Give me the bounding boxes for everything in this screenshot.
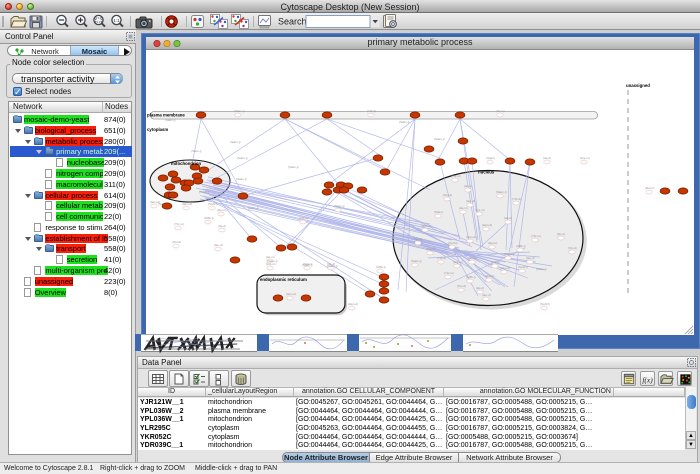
svg-text:(Sakn-j): (Sakn-j) bbox=[334, 204, 345, 208]
svg-text:(Sakn-j): (Sakn-j) bbox=[434, 137, 445, 141]
svg-text:(klan-f): (klan-f) bbox=[488, 241, 497, 245]
svg-text:(Sakn-j): (Sakn-j) bbox=[504, 252, 515, 256]
svg-text:(klan-f): (klan-f) bbox=[645, 186, 654, 190]
svg-text:(Ybr-m): (Ybr-m) bbox=[531, 234, 541, 238]
svg-text:(Stam): (Stam) bbox=[426, 247, 435, 251]
svg-text:(lan-d): (lan-d) bbox=[214, 243, 223, 247]
svg-text:(Ybl-d): (Ybl-d) bbox=[437, 256, 446, 260]
svg-text:(Ybr-m): (Ybr-m) bbox=[444, 271, 454, 275]
svg-text:(Sakn-j): (Sakn-j) bbox=[496, 190, 507, 194]
svg-text:(Sakn-j): (Sakn-j) bbox=[288, 165, 299, 169]
svg-text:(ScAN): (ScAN) bbox=[540, 302, 550, 306]
svg-text:(Stn-d): (Stn-d) bbox=[568, 246, 577, 250]
svg-text:(Stn-d): (Stn-d) bbox=[457, 284, 466, 288]
svg-text:(ScAN): (ScAN) bbox=[448, 241, 458, 245]
svg-text:(Sakn-j): (Sakn-j) bbox=[248, 206, 259, 210]
svg-text:(kra-m): (kra-m) bbox=[475, 208, 485, 212]
svg-text:(Ybr-m): (Ybr-m) bbox=[451, 174, 461, 178]
svg-text:(Stam): (Stam) bbox=[434, 210, 443, 214]
svg-text:(lat-m): (lat-m) bbox=[459, 206, 468, 210]
svg-text:1:1: 1:1 bbox=[113, 18, 120, 23]
svg-text:(Sakn-j): (Sakn-j) bbox=[230, 140, 241, 144]
svg-text:(lat-d): (lat-d) bbox=[476, 286, 484, 290]
svg-text:(Sakn-j): (Sakn-j) bbox=[191, 149, 202, 153]
svg-text:(lat-d): (lat-d) bbox=[464, 184, 472, 188]
svg-text:(Ybl-d): (Ybl-d) bbox=[512, 197, 521, 201]
svg-text:(lakn-d): (lakn-d) bbox=[348, 302, 358, 306]
svg-text:(Sakn-j): (Sakn-j) bbox=[327, 264, 338, 268]
svg-text:(Ybr-m): (Ybr-m) bbox=[174, 222, 184, 226]
svg-text:(Ybl-d): (Ybl-d) bbox=[299, 216, 308, 220]
svg-text:nucleus: nucleus bbox=[478, 170, 495, 175]
svg-text:(Sakn-j): (Sakn-j) bbox=[234, 109, 245, 113]
svg-text:(lat-d): (lat-d) bbox=[218, 224, 226, 228]
svg-text:(Stn-d): (Stn-d) bbox=[172, 240, 181, 244]
svg-text:(Sakn-j): (Sakn-j) bbox=[237, 156, 248, 160]
svg-text:(tat-d): (tat-d) bbox=[543, 156, 551, 160]
svg-text:(tat-d): (tat-d) bbox=[414, 237, 422, 241]
svg-text:(lakn-d): (lakn-d) bbox=[286, 292, 296, 296]
svg-text:(GBk-j): (GBk-j) bbox=[516, 244, 526, 248]
svg-text:(ScAN): (ScAN) bbox=[208, 202, 218, 206]
svg-text:(lan-d): (lan-d) bbox=[482, 293, 491, 297]
svg-text:(lakn-d): (lakn-d) bbox=[466, 235, 476, 239]
svg-text:endoplasmic reticulum: endoplasmic reticulum bbox=[260, 277, 307, 282]
svg-text:(lat-m): (lat-m) bbox=[496, 109, 505, 113]
svg-text:(Ybl-d): (Ybl-d) bbox=[367, 109, 376, 113]
svg-text:(Sakn-j): (Sakn-j) bbox=[267, 259, 278, 263]
svg-text:(Sakn-j): (Sakn-j) bbox=[411, 259, 422, 263]
svg-text:(ScAN): (ScAN) bbox=[518, 265, 528, 269]
svg-text:(klan-f): (klan-f) bbox=[217, 208, 226, 212]
svg-text:(Sakn-j): (Sakn-j) bbox=[302, 263, 313, 267]
svg-text:mitochondrion: mitochondrion bbox=[171, 161, 201, 166]
svg-text:(lakn-d): (lakn-d) bbox=[182, 202, 192, 206]
svg-text:(GBk-j): (GBk-j) bbox=[376, 265, 386, 269]
svg-text:(lan-d): (lan-d) bbox=[526, 256, 535, 260]
svg-text:(Sakn-j): (Sakn-j) bbox=[199, 190, 210, 194]
svg-text:(lakn-d): (lakn-d) bbox=[500, 266, 510, 270]
svg-text:(Sakn-j): (Sakn-j) bbox=[236, 177, 247, 181]
svg-text:(Stam): (Stam) bbox=[486, 156, 495, 160]
svg-text:(Ybl-d): (Ybl-d) bbox=[491, 260, 500, 264]
svg-text:(GBk-j): (GBk-j) bbox=[466, 275, 476, 279]
svg-text:(lakn-d): (lakn-d) bbox=[421, 224, 431, 228]
svg-text:(tat-d): (tat-d) bbox=[504, 216, 512, 220]
svg-text:(Stn-d): (Stn-d) bbox=[443, 193, 452, 197]
svg-text:(lakn-d): (lakn-d) bbox=[482, 223, 492, 227]
svg-text:(Sakn-j): (Sakn-j) bbox=[536, 267, 547, 271]
svg-text:(Sakn-j): (Sakn-j) bbox=[165, 118, 176, 122]
svg-text:cytoplasm: cytoplasm bbox=[147, 127, 168, 132]
svg-text:(GBk-j): (GBk-j) bbox=[204, 216, 214, 220]
svg-text:(lan-d): (lan-d) bbox=[466, 199, 475, 203]
svg-text:(klan-f): (klan-f) bbox=[485, 274, 494, 278]
svg-text:(lat-m): (lat-m) bbox=[468, 256, 477, 260]
svg-text:(lat-d): (lat-d) bbox=[557, 232, 565, 236]
svg-text:(Sakn-j): (Sakn-j) bbox=[399, 120, 410, 124]
svg-text:f(x): f(x) bbox=[642, 375, 653, 384]
svg-text:unassigned: unassigned bbox=[626, 83, 650, 88]
svg-text:plasma membrane: plasma membrane bbox=[147, 113, 185, 118]
svg-text:Search:: Search: bbox=[278, 17, 309, 27]
svg-text:(kra-m): (kra-m) bbox=[453, 260, 463, 264]
svg-text:(kra-m): (kra-m) bbox=[580, 156, 590, 160]
